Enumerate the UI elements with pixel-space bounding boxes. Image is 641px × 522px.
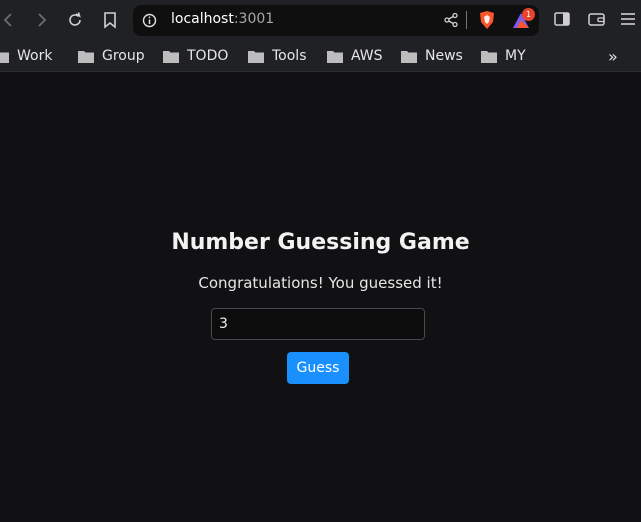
bookmark-label: MY bbox=[505, 48, 526, 64]
bookmark-label: Work bbox=[17, 48, 53, 64]
bookmark-label: TODO bbox=[187, 48, 229, 64]
divider bbox=[466, 11, 467, 29]
bookmark-folder-todo[interactable]: TODO bbox=[163, 46, 228, 66]
url-host: localhost bbox=[171, 11, 234, 27]
forward-arrow-icon[interactable] bbox=[29, 8, 53, 32]
guess-input[interactable] bbox=[211, 308, 425, 340]
bookmark-folder-work[interactable]: Work bbox=[0, 46, 52, 66]
result-message: Congratulations! You guessed it! bbox=[198, 274, 443, 292]
guess-button[interactable]: Guess bbox=[287, 352, 349, 384]
sidebar-icon[interactable] bbox=[554, 12, 570, 26]
bookmark-label: Tools bbox=[272, 48, 307, 64]
bookmark-icon[interactable] bbox=[98, 8, 122, 32]
folder-icon bbox=[401, 50, 417, 63]
bookmark-label: AWS bbox=[351, 48, 383, 64]
page-content: Number Guessing Game Congratulations! Yo… bbox=[0, 73, 641, 522]
bookmark-folder-group[interactable]: Group bbox=[78, 46, 145, 66]
notification-badge: 1 bbox=[522, 8, 535, 21]
info-icon[interactable] bbox=[142, 13, 157, 28]
reload-icon[interactable] bbox=[63, 8, 87, 32]
folder-icon bbox=[248, 50, 264, 63]
bookmark-label: Group bbox=[102, 48, 145, 64]
bookmark-folder-news[interactable]: News bbox=[401, 46, 463, 66]
back-arrow-icon[interactable] bbox=[0, 8, 21, 32]
bookmarks-bar: Work Group TODO Tools AWS News MY » bbox=[0, 40, 641, 72]
bookmarks-overflow-button[interactable]: » bbox=[608, 46, 618, 66]
brave-shield-icon[interactable] bbox=[478, 10, 496, 30]
bookmark-label: News bbox=[425, 48, 463, 64]
page-title: Number Guessing Game bbox=[171, 230, 470, 255]
folder-icon bbox=[78, 50, 94, 63]
folder-icon bbox=[481, 50, 497, 63]
bookmark-folder-aws[interactable]: AWS bbox=[327, 46, 383, 66]
bookmark-folder-my[interactable]: MY bbox=[481, 46, 526, 66]
folder-icon bbox=[0, 50, 9, 63]
folder-icon bbox=[163, 50, 179, 63]
wallet-icon[interactable] bbox=[588, 12, 605, 26]
browser-toolbar: localhost:3001 1 bbox=[0, 0, 641, 40]
menu-icon[interactable] bbox=[621, 13, 635, 25]
bookmark-folder-tools[interactable]: Tools bbox=[248, 46, 307, 66]
folder-icon bbox=[327, 50, 343, 63]
url-port: :3001 bbox=[233, 11, 275, 27]
share-icon[interactable] bbox=[443, 12, 459, 28]
url-text[interactable]: localhost:3001 bbox=[171, 11, 274, 27]
